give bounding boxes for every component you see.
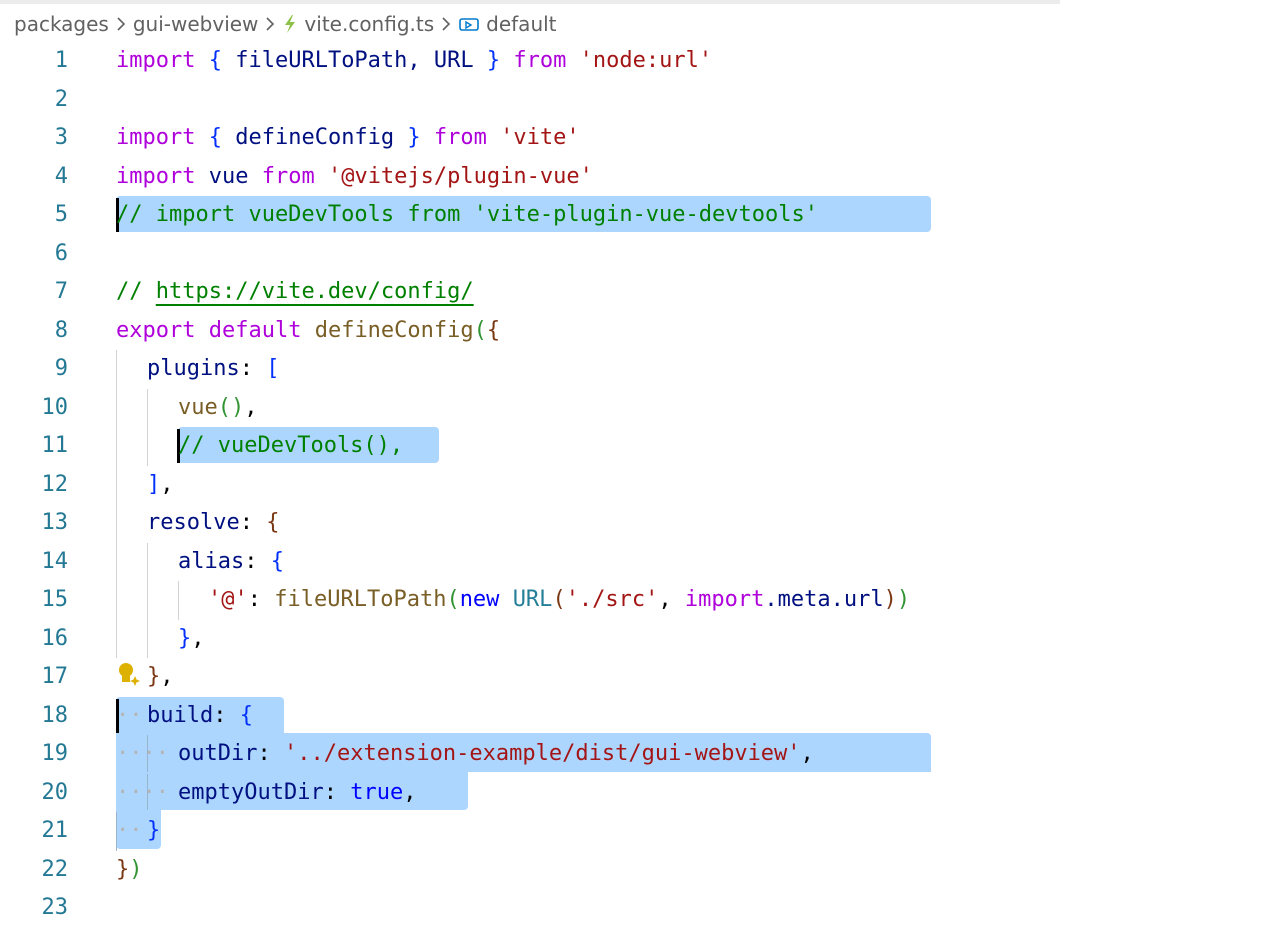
chevron-right-icon xyxy=(116,16,126,32)
indent-guide xyxy=(116,350,117,389)
indent-guide xyxy=(147,388,148,427)
code-line: 12 ], xyxy=(0,465,1270,504)
code-text: import { fileURLToPath, URL } from 'node… xyxy=(116,48,713,73)
code-text: }, xyxy=(178,625,205,651)
line-number: 4 xyxy=(54,163,68,189)
code-line-selected: 5 // import vueDevTools from 'vite-plugi… xyxy=(0,196,1270,235)
line-number: 19 xyxy=(41,741,69,766)
code-line: 3 import { defineConfig } from 'vite' xyxy=(0,119,1270,158)
indent-guide xyxy=(116,581,117,620)
code-text: alias: { xyxy=(178,548,284,574)
breadcrumb-gui-webview[interactable]: gui-webview xyxy=(133,12,259,36)
line-number: 21 xyxy=(41,818,69,843)
code-line: 23 xyxy=(0,889,1270,928)
code-text: // import vueDevTools from 'vite-plugin-… xyxy=(116,202,818,227)
code-line: 2 xyxy=(0,81,1270,120)
code-editor[interactable]: 1 import { fileURLToPath, URL } from 'no… xyxy=(0,42,1270,945)
whitespace-marker: ·· xyxy=(116,818,143,843)
indent-guide xyxy=(178,581,179,620)
code-text: build: { xyxy=(147,702,253,728)
vite-file-icon xyxy=(282,14,298,34)
indent-guide xyxy=(116,427,117,466)
line-number: 14 xyxy=(41,548,69,574)
code-text: ], xyxy=(147,471,174,497)
line-number: 7 xyxy=(54,279,68,304)
line-number: 1 xyxy=(54,48,68,73)
line-number: 8 xyxy=(54,317,68,343)
line-number: 10 xyxy=(41,394,69,420)
indent-guide xyxy=(116,465,117,504)
code-line: 22 }) xyxy=(0,851,1270,890)
symbol-variable-icon xyxy=(458,15,480,33)
code-line: 16 }, xyxy=(0,619,1270,658)
line-number: 9 xyxy=(54,356,68,381)
code-text: plugins: [ xyxy=(147,356,280,381)
line-number: 5 xyxy=(54,202,68,227)
whitespace-marker: ···· xyxy=(116,741,169,766)
indent-guide xyxy=(116,619,117,658)
line-number: 18 xyxy=(41,702,69,728)
code-text: import { defineConfig } from 'vite' xyxy=(116,125,580,150)
code-text: vue(), xyxy=(178,394,258,420)
code-line: 14 alias: { xyxy=(0,542,1270,581)
line-number: 17 xyxy=(41,664,69,689)
code-line-selected: 18 ·· build: { xyxy=(0,696,1270,736)
breadcrumb: packages gui-webview vite.config.ts defa… xyxy=(14,10,557,38)
code-text: outDir: '../extension-example/dist/gui-w… xyxy=(178,741,814,766)
code-text: resolve: { xyxy=(147,510,280,535)
top-border xyxy=(0,0,1060,4)
whitespace-marker: ···· xyxy=(116,779,169,805)
code-line: 13 resolve: { xyxy=(0,504,1270,543)
breadcrumb-file[interactable]: vite.config.ts xyxy=(304,12,434,36)
code-text: import vue from '@vitejs/plugin-vue' xyxy=(116,163,593,189)
indent-guide xyxy=(147,619,148,658)
code-line-selected: 11 // vueDevTools(), xyxy=(0,427,1270,466)
line-number: 6 xyxy=(54,240,68,266)
code-text: export default defineConfig({ xyxy=(116,317,501,343)
code-line: 17 }, xyxy=(0,658,1270,697)
line-number: 16 xyxy=(41,625,69,651)
line-number: 12 xyxy=(41,471,69,497)
code-text: }, xyxy=(147,664,174,689)
indent-guide xyxy=(116,542,117,581)
line-number: 23 xyxy=(41,895,69,920)
code-line: 10 vue(), xyxy=(0,388,1270,427)
breadcrumb-packages[interactable]: packages xyxy=(14,12,109,36)
code-text: // vueDevTools(), xyxy=(178,433,404,458)
indent-guide xyxy=(147,542,148,581)
indent-guide xyxy=(116,504,117,543)
line-number: 13 xyxy=(41,510,69,535)
code-line: 8 export default defineConfig({ xyxy=(0,312,1270,351)
chevron-right-icon xyxy=(265,16,275,32)
code-text: '@': fileURLToPath(new URL('./src', impo… xyxy=(208,587,911,612)
code-text: // https://vite.dev/config/ xyxy=(116,279,474,304)
code-line-selected: 20 ···· emptyOutDir: true, xyxy=(0,771,1270,812)
breadcrumb-symbol[interactable]: default xyxy=(486,12,556,36)
indent-guide xyxy=(147,427,148,466)
line-number: 2 xyxy=(54,86,68,112)
code-line: 15 '@': fileURLToPath(new URL('./src', i… xyxy=(0,581,1270,620)
code-line: 1 import { fileURLToPath, URL } from 'no… xyxy=(0,42,1270,81)
line-number: 11 xyxy=(41,433,69,458)
indent-guide xyxy=(147,581,148,620)
line-number: 22 xyxy=(41,856,69,882)
indent-guide xyxy=(116,388,117,427)
line-number: 20 xyxy=(41,779,69,805)
line-number: 3 xyxy=(54,125,68,150)
code-text: } xyxy=(147,818,161,843)
code-line-selected: 19 ···· outDir: '../extension-example/di… xyxy=(0,733,1270,774)
code-line-selected: 21 ·· } xyxy=(0,810,1270,851)
code-line: 4 import vue from '@vitejs/plugin-vue' xyxy=(0,158,1270,197)
code-text: }) xyxy=(116,856,143,882)
comment-link[interactable]: https://vite.dev/config/ xyxy=(156,279,474,304)
whitespace-marker: ·· xyxy=(116,702,143,728)
lightbulb-sparkle-icon[interactable] xyxy=(116,660,142,690)
line-number: 15 xyxy=(41,587,69,612)
code-line: 7 // https://vite.dev/config/ xyxy=(0,273,1270,312)
code-line: 9 plugins: [ xyxy=(0,350,1270,389)
chevron-right-icon xyxy=(441,16,451,32)
code-text: emptyOutDir: true, xyxy=(178,779,417,805)
code-line: 6 xyxy=(0,235,1270,274)
